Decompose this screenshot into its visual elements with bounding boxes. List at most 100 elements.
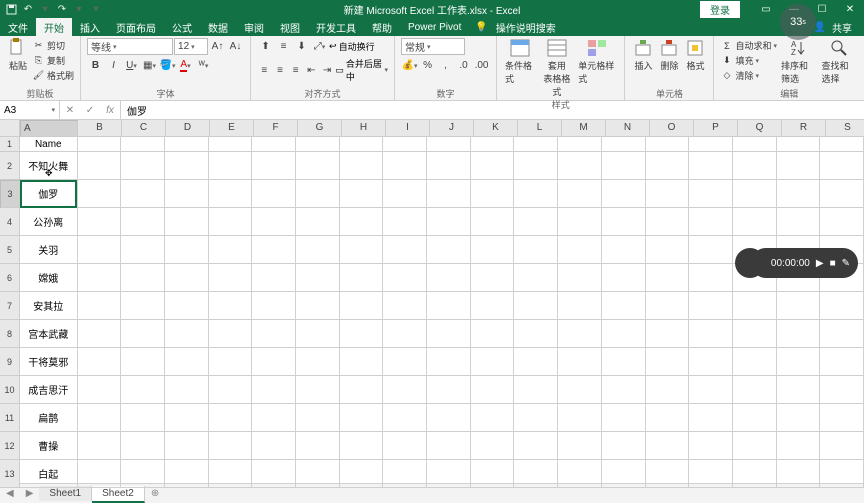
cell-G10[interactable]: [296, 376, 340, 404]
number-format-select[interactable]: 常规▾: [401, 38, 465, 55]
cell-L1[interactable]: [514, 137, 558, 152]
formula-input[interactable]: 伽罗: [121, 103, 864, 118]
cell-L3[interactable]: [514, 180, 558, 208]
cell-P5[interactable]: [689, 236, 733, 264]
cell-A4[interactable]: 公孙离: [20, 208, 78, 236]
cell-R1[interactable]: [777, 137, 821, 152]
cell-H13[interactable]: [340, 460, 384, 488]
align-bot-icon[interactable]: ⬇: [293, 38, 310, 55]
cell-D7[interactable]: [165, 292, 209, 320]
cell-R7[interactable]: [777, 292, 821, 320]
cell-L11[interactable]: [514, 404, 558, 432]
cell-H9[interactable]: [340, 348, 384, 376]
cell-E5[interactable]: [209, 236, 253, 264]
cell-H6[interactable]: [340, 264, 384, 292]
cell-N6[interactable]: [602, 264, 646, 292]
cell-O10[interactable]: [646, 376, 690, 404]
row-header-2[interactable]: 2: [0, 152, 20, 180]
cell-P1[interactable]: [689, 137, 733, 152]
cell-L7[interactable]: [514, 292, 558, 320]
cell-C5[interactable]: [121, 236, 165, 264]
cell-M1[interactable]: [558, 137, 602, 152]
shrink-font-icon[interactable]: A↓: [227, 38, 244, 55]
undo-dd[interactable]: ▾: [38, 4, 52, 15]
orientation-icon[interactable]: ⤢▾: [311, 38, 328, 55]
cell-C9[interactable]: [121, 348, 165, 376]
cell-E11[interactable]: [209, 404, 253, 432]
sheet-tab-sheet2[interactable]: Sheet2: [92, 486, 145, 503]
cell-K1[interactable]: [471, 137, 515, 152]
cell-A2[interactable]: 不知火舞: [20, 152, 78, 180]
cell-K10[interactable]: [471, 376, 515, 404]
cell-S2[interactable]: [820, 152, 864, 180]
cell-N1[interactable]: [602, 137, 646, 152]
cell-N9[interactable]: [602, 348, 646, 376]
cell-P10[interactable]: [689, 376, 733, 404]
cell-A10[interactable]: 成吉思汗: [20, 376, 78, 404]
cell-A5[interactable]: 关羽: [20, 236, 78, 264]
cell-E8[interactable]: [209, 320, 253, 348]
cell-F5[interactable]: [252, 236, 296, 264]
cell-D12[interactable]: [165, 432, 209, 460]
cell-A6[interactable]: 嫦娥: [20, 264, 78, 292]
cell-P12[interactable]: [689, 432, 733, 460]
cell-K11[interactable]: [471, 404, 515, 432]
cell-I12[interactable]: [383, 432, 427, 460]
cell-D11[interactable]: [165, 404, 209, 432]
ribbon-opts-icon[interactable]: ▭: [752, 0, 780, 18]
phonetic-button[interactable]: ᵂ▾: [195, 57, 212, 74]
cell-M11[interactable]: [558, 404, 602, 432]
cell-R8[interactable]: [777, 320, 821, 348]
cell-A12[interactable]: 曹操: [20, 432, 78, 460]
name-box[interactable]: A3▾: [0, 101, 60, 119]
find-select-button[interactable]: 查找和选择: [819, 38, 858, 85]
fb-cancel-icon[interactable]: ✕: [60, 101, 80, 119]
cell-L4[interactable]: [514, 208, 558, 236]
cell-K12[interactable]: [471, 432, 515, 460]
cell-D2[interactable]: [165, 152, 209, 180]
cell-S7[interactable]: [820, 292, 864, 320]
font-size-select[interactable]: 12▾: [174, 38, 208, 55]
cell-N13[interactable]: [602, 460, 646, 488]
cell-B1[interactable]: [78, 137, 122, 152]
col-header-F[interactable]: F: [254, 120, 298, 137]
cell-C8[interactable]: [121, 320, 165, 348]
cell-Q1[interactable]: [733, 137, 777, 152]
cell-S9[interactable]: [820, 348, 864, 376]
cell-L10[interactable]: [514, 376, 558, 404]
row-header-10[interactable]: 10: [0, 376, 20, 404]
cell-B10[interactable]: [78, 376, 122, 404]
cell-N12[interactable]: [602, 432, 646, 460]
cell-L9[interactable]: [514, 348, 558, 376]
cell-I7[interactable]: [383, 292, 427, 320]
cell-O12[interactable]: [646, 432, 690, 460]
cell-D6[interactable]: [165, 264, 209, 292]
cell-K6[interactable]: [471, 264, 515, 292]
cell-K9[interactable]: [471, 348, 515, 376]
cell-O6[interactable]: [646, 264, 690, 292]
row-header-7[interactable]: 7: [0, 292, 20, 320]
cell-I4[interactable]: [383, 208, 427, 236]
cell-I6[interactable]: [383, 264, 427, 292]
cell-G11[interactable]: [296, 404, 340, 432]
cell-H10[interactable]: [340, 376, 384, 404]
cell-A9[interactable]: 干将莫邪: [20, 348, 78, 376]
cell-J7[interactable]: [427, 292, 471, 320]
cell-styles-button[interactable]: 单元格样式: [576, 38, 618, 85]
cell-E2[interactable]: [209, 152, 253, 180]
cell-F2[interactable]: [252, 152, 296, 180]
cell-Q3[interactable]: [733, 180, 777, 208]
cell-L2[interactable]: [514, 152, 558, 180]
cell-P8[interactable]: [689, 320, 733, 348]
cell-F6[interactable]: [252, 264, 296, 292]
cell-E9[interactable]: [209, 348, 253, 376]
cell-G2[interactable]: [296, 152, 340, 180]
cell-P7[interactable]: [689, 292, 733, 320]
cell-F8[interactable]: [252, 320, 296, 348]
cell-M4[interactable]: [558, 208, 602, 236]
cell-P9[interactable]: [689, 348, 733, 376]
cell-E10[interactable]: [209, 376, 253, 404]
table-format-button[interactable]: 套用 表格格式: [540, 38, 575, 98]
cell-S12[interactable]: [820, 432, 864, 460]
col-header-J[interactable]: J: [430, 120, 474, 137]
